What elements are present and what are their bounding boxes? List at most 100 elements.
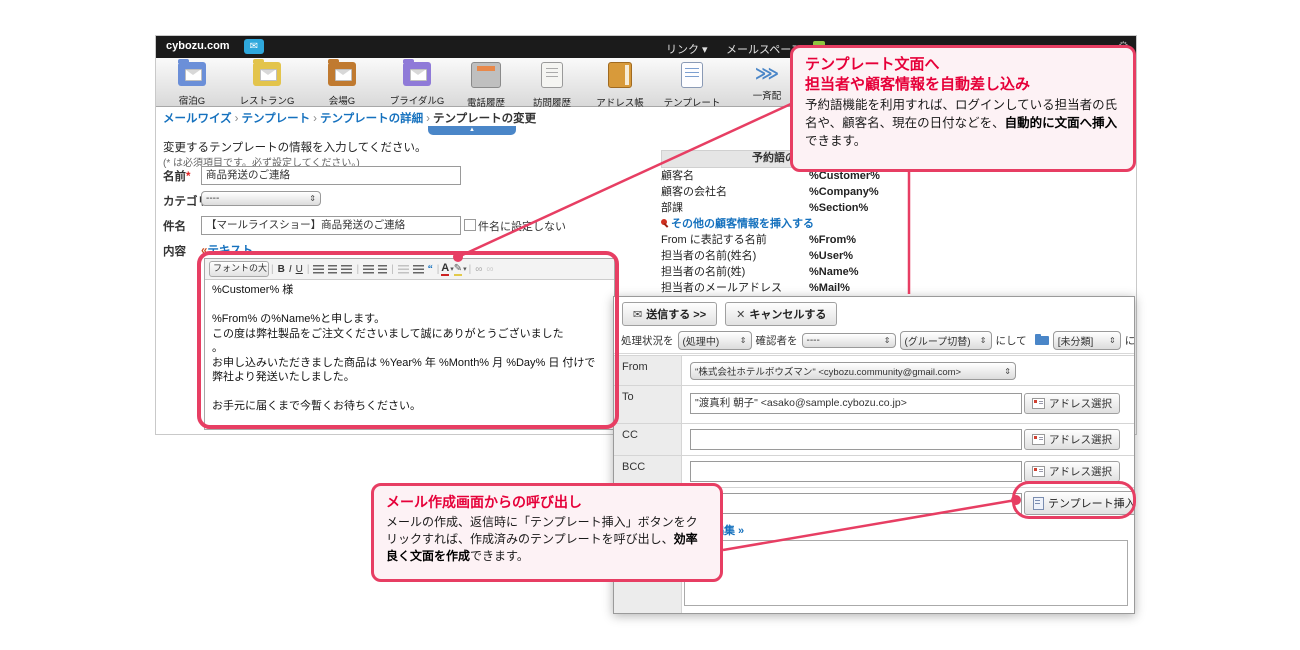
insert-customer-info-link[interactable]: その他の顧客情報を挿入する [671,218,814,230]
breadcrumb-template[interactable]: テンプレート [242,113,311,125]
cc-label: CC [614,424,682,456]
topbar-link-menu[interactable]: リンク ▾ [666,41,708,57]
bold-button[interactable]: B [278,264,285,275]
app-phone-history[interactable]: 電話履歴 [453,62,519,109]
chevron-up-icon: ▲ [469,127,475,133]
bcc-address-select-button[interactable]: アドレス選択 [1024,461,1120,482]
callout-title: メール作成画面からの呼び出し [386,493,708,511]
insert-customer-info-link-row: その他の顧客情報を挿入する [661,216,909,232]
subject-checkbox[interactable] [464,219,476,231]
from-select[interactable]: "株式会社ホテルボウズマン" <cybozu.community@gmail.c… [690,362,1016,380]
table-row: 担当者のメールアドレス%Mail% [661,280,909,296]
chevron-down-icon: ⇕ [740,336,747,345]
unlink-icon[interactable]: ∞ [486,264,493,275]
folder-mail-icon [253,62,281,86]
folder-mail-icon [328,62,356,86]
chevron-down-icon: ⇕ [309,194,316,203]
mail-app-icon[interactable]: ✉ [244,39,264,54]
notebook-icon [541,62,563,88]
required-asterisk: * [186,171,190,183]
chevron-down-icon: ⇕ [1109,336,1116,345]
close-icon: ✕ [736,308,745,321]
chevron-down-icon: ⇕ [980,336,987,345]
outdent-icon[interactable] [398,265,409,274]
align-center-icon[interactable] [328,265,337,274]
status-row: 処理状況を (処理中)⇕ 確認者を ----⇕ (グループ切替)⇕ にして [未… [621,331,1135,350]
breadcrumb: メールワイズ›テンプレート›テンプレートの詳細›テンプレートの変更 [163,110,536,126]
app-restaurant-g[interactable]: レストランG [234,62,300,107]
chevron-down-icon: ⇕ [1004,367,1011,376]
callout-body: 予約語機能を利用すれば、ログインしている担当者の氏名や、顧客名、現在の日付などを… [805,97,1121,150]
callout-body: メールの作成、返信時に「テンプレート挿入」ボタンをクリックすれば、作成済みのテン… [386,514,708,565]
address-card-icon [1032,398,1045,409]
underline-button[interactable]: U [296,264,303,275]
numbered-list-icon[interactable] [378,265,387,274]
bullet-list-icon[interactable] [363,265,374,274]
app-bridal-g[interactable]: ブライダルG [384,62,450,107]
to-row: To "渡真利 朝子" <asako@sample.cybozu.co.jp> … [614,385,1134,424]
ni-label: に [1125,333,1135,348]
mail-body-textarea[interactable] [684,540,1128,606]
cc-address-select-button[interactable]: アドレス選択 [1024,429,1120,450]
content-label: 内容 [163,243,186,259]
folder-icon [1035,336,1049,345]
name-input[interactable]: 商品発送のご連絡 [201,166,461,185]
subject-input[interactable]: 【マールライスショー】商品発送のご連絡 [201,216,461,235]
cybozu-logo: cybozu.com [166,40,230,52]
category-select[interactable]: ---- ⇕ [201,191,321,206]
cancel-button[interactable]: ✕キャンセルする [725,302,837,326]
mail-subject-input[interactable] [690,493,1022,514]
folder-mail-icon [178,62,206,86]
cc-input[interactable] [690,429,1022,450]
link-icon[interactable]: ∞ [475,264,482,275]
confirmer-label: 確認者を [756,333,798,348]
chevron-down-icon: ▾ [268,266,269,273]
to-address-select-button[interactable]: アドレス選択 [1024,393,1120,414]
toolbar-collapse-tab[interactable]: ▲ [428,126,516,135]
blockquote-icon[interactable]: “ [428,264,433,275]
indent-icon[interactable] [413,265,424,274]
callout-title: テンプレート文面へ 担当者や顧客情報を自動差し込み [805,55,1121,94]
cc-row: CC アドレス選択 [614,423,1134,456]
callout-compose-call: メール作成画面からの呼び出し メールの作成、返信時に「テンプレート挿入」ボタンを… [371,483,723,582]
app-template[interactable]: テンプレート [659,62,725,109]
send-button[interactable]: ✉送信する >> [622,302,717,326]
align-right-icon[interactable] [341,265,352,274]
to-label: To [614,386,682,424]
mail-icon: ✉ [633,308,642,321]
font-color-button[interactable]: A [441,263,449,276]
folder-mail-icon [403,62,431,86]
to-input[interactable]: "渡真利 朝子" <asako@sample.cybozu.co.jp> [690,393,1022,414]
template-body-text[interactable]: %Customer% 様 %From% の%Name%と申します。 この度は弊社… [205,280,614,429]
app-address-book[interactable]: アドレス帳 [587,62,653,109]
template-insert-button[interactable]: テンプレート挿入 [1024,491,1135,515]
address-book-icon [608,62,632,88]
group-switch-select[interactable]: (グループ切替)⇕ [900,331,992,350]
template-doc-icon [1033,497,1044,510]
from-row: From "株式会社ホテルボウズマン" <cybozu.community@gm… [614,355,1134,386]
from-label: From [614,356,682,386]
document-icon [681,62,703,88]
broadcast-icon: ⋙ [753,62,781,86]
table-row: 担当者の名前(姓)%Name% [661,264,909,280]
status-select[interactable]: (処理中)⇕ [678,331,752,350]
folder-select[interactable]: [未分類]⇕ [1053,331,1121,350]
callout-auto-insert: テンプレート文面へ 担当者や顧客情報を自動差し込み 予約語機能を利用すれば、ログ… [790,45,1136,172]
name-label: 名前* [163,168,190,184]
breadcrumb-template-detail[interactable]: テンプレートの詳細 [320,113,423,125]
text-mode-link[interactable]: «テキスト [201,242,253,258]
template-body-editor: フォントの大▾ | B I U | | | “ | A ▾ ✎ ▾ [204,258,615,430]
bcc-input[interactable] [690,461,1022,482]
breadcrumb-mailwise[interactable]: メールワイズ [163,113,232,125]
confirmer-select[interactable]: ----⇕ [802,333,896,348]
font-size-button[interactable]: フォントの大▾ [209,261,269,277]
app-visit-history[interactable]: 訪問履歴 [519,62,585,109]
italic-button[interactable]: I [289,264,292,275]
app-shukuhaku-g[interactable]: 宿泊G [159,62,225,107]
subject-checkbox-label: 件名に設定しない [478,218,566,234]
app-kaijo-g[interactable]: 会場G [309,62,375,107]
align-left-icon[interactable] [313,265,324,274]
highlight-color-button[interactable]: ✎ [454,263,462,276]
table-row: 顧客の会社名%Company% [661,184,909,200]
table-row: 担当者の名前(姓名)%User% [661,248,909,264]
